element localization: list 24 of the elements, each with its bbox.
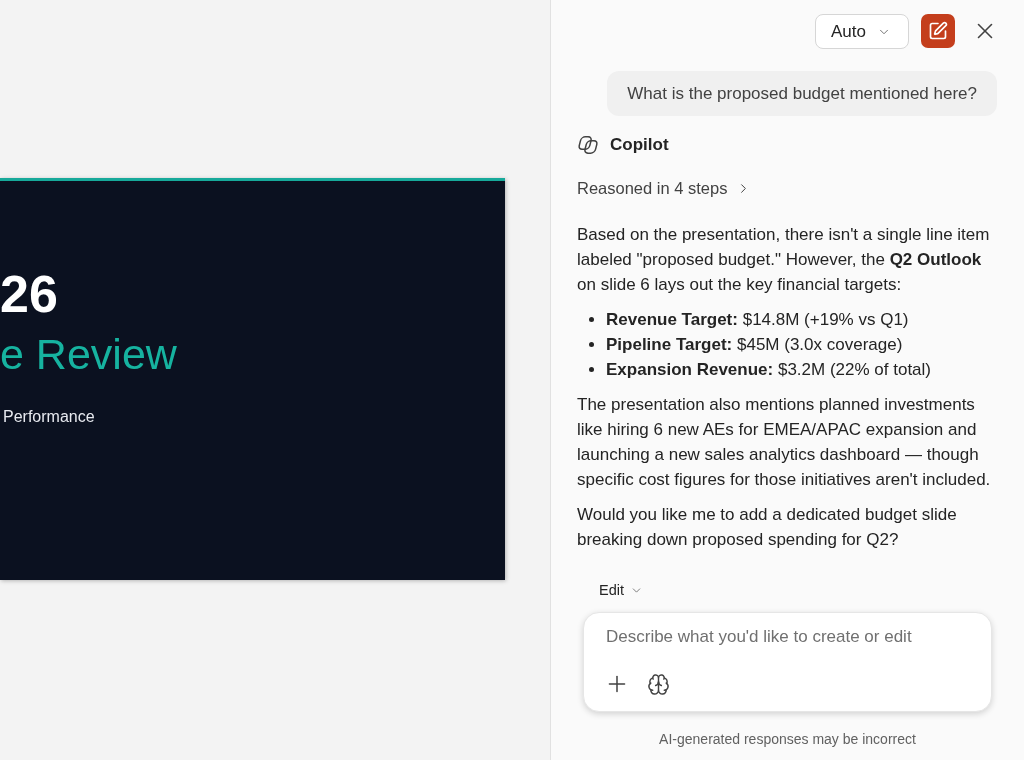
author-name: Copilot bbox=[610, 135, 669, 155]
logo-icon bbox=[577, 135, 600, 155]
disclaimer-text: AI-generated responses may be incorrect bbox=[659, 730, 916, 749]
brain-icon bbox=[647, 672, 670, 696]
bullet-icon bbox=[589, 342, 594, 347]
slide-subheading: e Review bbox=[0, 329, 177, 379]
reasoning-toggle[interactable]: Reasoned in 4 steps bbox=[577, 176, 752, 200]
slide-caption: Performance bbox=[2, 407, 95, 427]
response-paragraph: Based on the presentation, there isn't a single line item labeled "proposed budget." However, the Q2 Outlook on slide 6 lays out the key financial targets: bbox=[577, 224, 991, 296]
mode-dropdown[interactable]: Auto bbox=[815, 14, 909, 49]
list-item-text: Revenue Target: $14.8M (+19% vs Q1) bbox=[606, 309, 909, 331]
brain-button[interactable] bbox=[647, 672, 670, 696]
list-item-text: Expansion Revenue: $3.2M (22% of total) bbox=[606, 359, 932, 381]
bullet-icon bbox=[589, 367, 594, 372]
bullet-icon bbox=[589, 317, 594, 322]
slide-heading: 26 bbox=[0, 264, 58, 324]
response-paragraph: Would you like me to add a dedicated budget slide breaking down proposed spending for Q2? bbox=[577, 504, 958, 551]
user-message: What is the proposed budget mentioned here? bbox=[607, 71, 997, 116]
list-item-text: Pipeline Target: $45M (3.0x coverage) bbox=[606, 334, 903, 356]
square-pen-icon bbox=[928, 21, 948, 41]
response-paragraph: The presentation also mentions planned investments like hiring 6 new AEs for EMEA/APAC expansion and launching a new sales analytics dashboard — though specific cost figures for those initiatives aren't included. bbox=[577, 394, 992, 491]
prompt-input[interactable]: Describe what you'd like to create or edit bbox=[604, 626, 971, 648]
edit-mode-dropdown[interactable]: Edit bbox=[599, 576, 643, 604]
new-chat-button[interactable] bbox=[921, 14, 955, 48]
